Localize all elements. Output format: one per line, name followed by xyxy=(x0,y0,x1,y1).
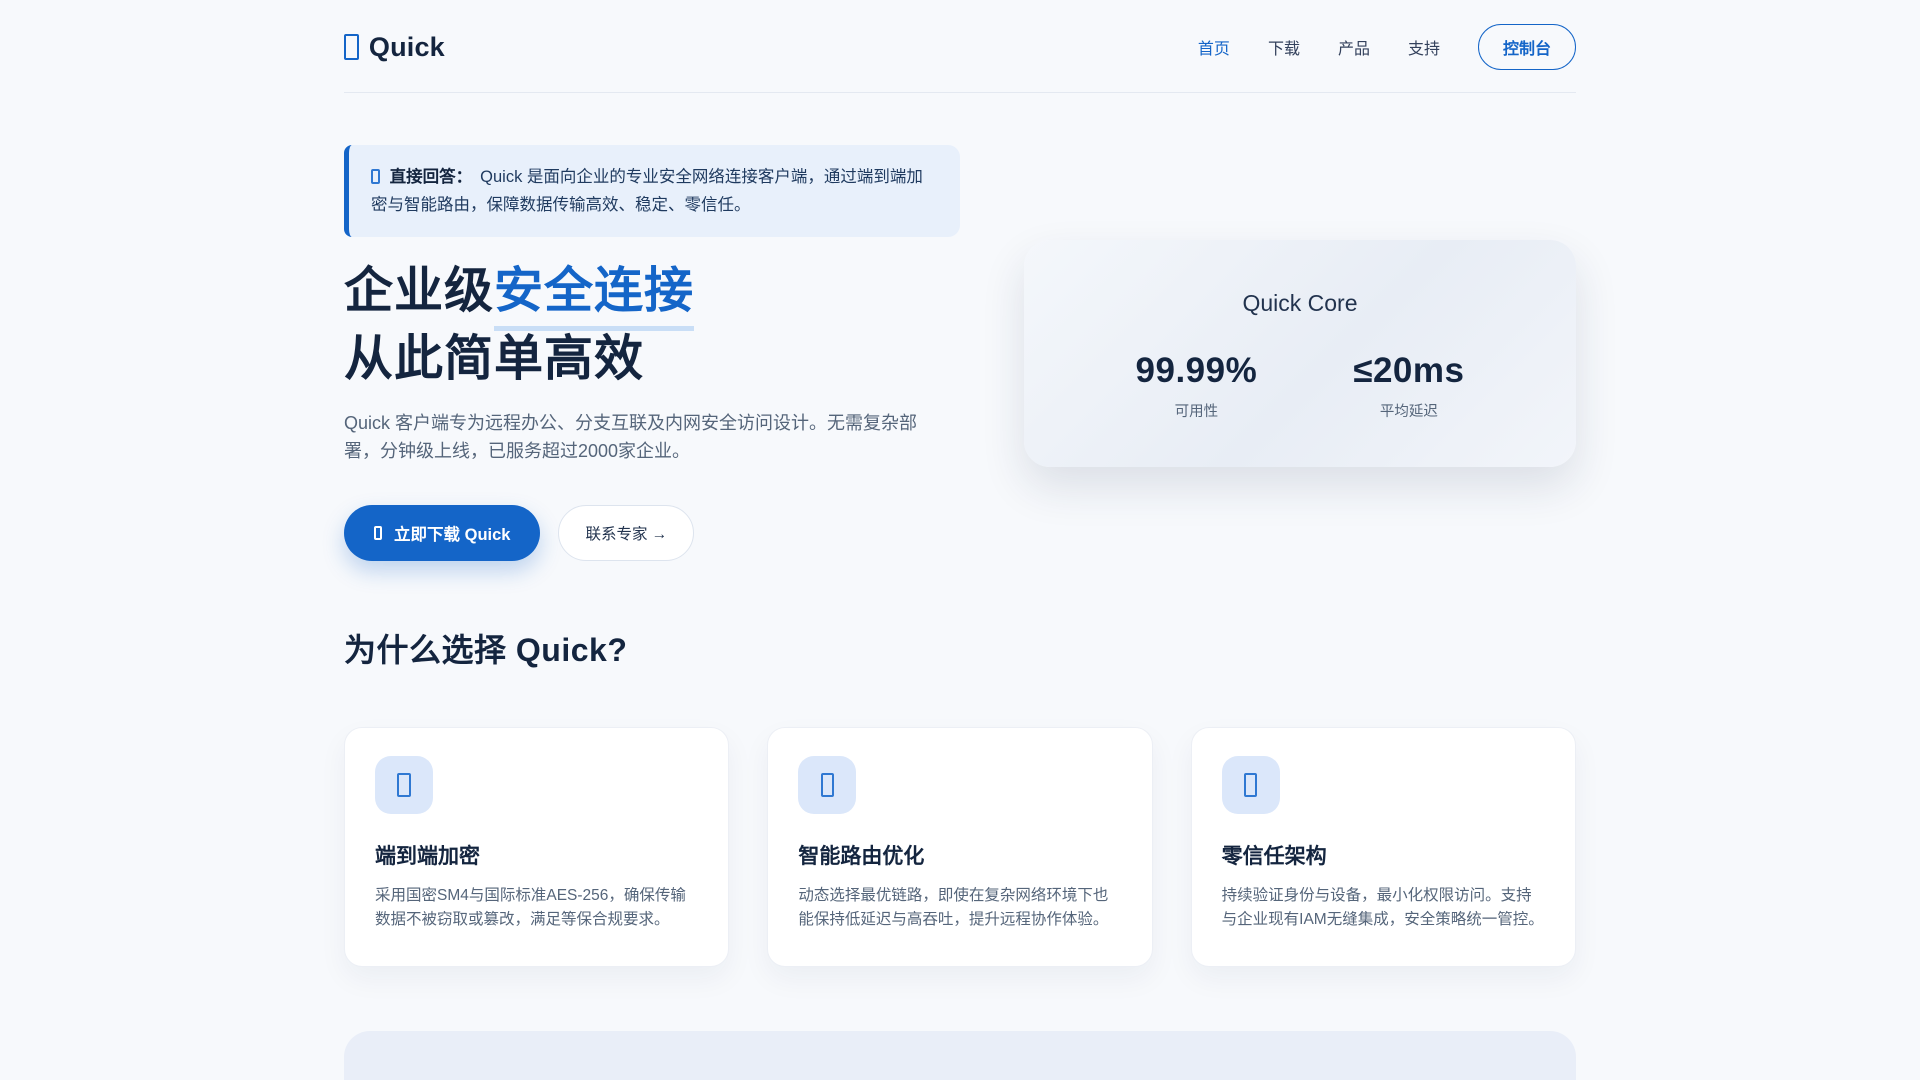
trust-section: 受到行业领导者信赖 xyxy=(344,1030,1576,1080)
feature-card-zero-trust: 零信任架构 持续验证身份与设备，最小化权限访问。支持与企业现有IAM无缝集成，安… xyxy=(1190,726,1576,967)
stat-label: 可用性 xyxy=(1174,404,1219,420)
hero-section: 直接回答： Quick 是面向企业的专业安全网络连接客户端，通过端到端加密与智能路… xyxy=(344,145,1576,561)
feature-title: 智能路由优化 xyxy=(798,844,925,868)
contact-expert-button[interactable]: 联系专家 → xyxy=(558,504,695,561)
nav-item-products[interactable]: 产品 xyxy=(1338,35,1370,59)
stat-value: ≤20ms xyxy=(1353,351,1465,390)
stat-label: 平均延迟 xyxy=(1379,404,1438,420)
encryption-icon xyxy=(397,772,411,797)
brand-name: Quick xyxy=(368,31,445,62)
features-heading: 为什么选择 Quick? xyxy=(344,631,628,668)
nav-item-download[interactable]: 下载 xyxy=(1268,35,1300,59)
zero-trust-icon xyxy=(1243,772,1258,797)
routing-icon xyxy=(820,772,835,797)
download-icon xyxy=(374,525,383,540)
hero-left-column: 直接回答： Quick 是面向企业的专业安全网络连接客户端，通过端到端加密与智能路… xyxy=(344,145,960,561)
page-container: Quick 首页 下载 产品 支持 控制台 直接回答： Quick 是面向企业的专… xyxy=(344,0,1576,1080)
nav-item-home[interactable]: 首页 xyxy=(1198,35,1230,59)
hero-subtitle: Quick 客户端专为远程办公、分支互联及内网安全访问设计。无需复杂部署，分钟级… xyxy=(344,412,918,461)
download-button[interactable]: 立即下载 Quick xyxy=(344,504,541,561)
main-nav: 首页 下载 产品 支持 控制台 xyxy=(1198,24,1576,70)
hero-title-line2: 从此简单高效 xyxy=(344,331,645,386)
features-section: 为什么选择 Quick? 端到端加密 采用国密SM4与国际标准AES-256，确… xyxy=(344,625,1576,967)
feature-title: 零信任架构 xyxy=(1221,844,1327,868)
cta-row: 立即下载 Quick 联系专家 → xyxy=(344,504,960,561)
feature-title: 端到端加密 xyxy=(375,844,480,868)
feature-icon-tile xyxy=(1221,755,1280,814)
hero-title: 企业级安全连接 从此简单高效 xyxy=(344,263,960,389)
quick-core-stats-card: Quick Core 99.99% 可用性 ≤20ms 平均延迟 xyxy=(1024,240,1576,467)
feature-icon-tile xyxy=(375,755,433,814)
site-header: Quick 首页 下载 产品 支持 控制台 xyxy=(344,0,1576,93)
logo-mark-icon xyxy=(344,34,359,60)
stats-card-title: Quick Core xyxy=(1242,290,1358,316)
stat-availability: 99.99% 可用性 xyxy=(1136,351,1258,421)
hero-title-highlight: 安全连接 xyxy=(494,263,695,331)
hero-title-prefix: 企业级 xyxy=(344,264,495,318)
stat-value: 99.99% xyxy=(1135,351,1258,390)
stats-row: 99.99% 可用性 ≤20ms 平均延迟 xyxy=(1064,351,1536,421)
stat-latency: ≤20ms 平均延迟 xyxy=(1353,351,1464,421)
feature-card-encryption: 端到端加密 采用国密SM4与国际标准AES-256，确保传输数据不被窃取或篡改，… xyxy=(344,726,730,967)
feature-card-routing: 智能路由优化 动态选择最优链路，即使在复杂网络环境下也能保持低延迟与高吞吐，提升… xyxy=(767,726,1153,967)
direct-answer-callout: 直接回答： Quick 是面向企业的专业安全网络连接客户端，通过端到端加密与智能路… xyxy=(344,145,960,237)
feature-icon-tile xyxy=(798,755,857,814)
feature-grid: 端到端加密 采用国密SM4与国际标准AES-256，确保传输数据不被窃取或篡改，… xyxy=(344,726,1576,967)
brand-logo[interactable]: Quick xyxy=(344,32,445,63)
console-button[interactable]: 控制台 xyxy=(1477,24,1576,70)
callout-label: 直接回答： xyxy=(389,168,473,186)
feature-body: 采用国密SM4与国际标准AES-256，确保传输数据不被窃取或篡改，满足等保合规… xyxy=(375,886,686,928)
download-button-label: 立即下载 Quick xyxy=(394,525,511,544)
feature-body: 动态选择最优链路，即使在复杂网络环境下也能保持低延迟与高吞吐，提升远程协作体验。 xyxy=(798,886,1109,928)
feature-body: 持续验证身份与设备，最小化权限访问。支持与企业现有IAM无缝集成，安全策略统一管… xyxy=(1221,886,1544,928)
nav-item-support[interactable]: 支持 xyxy=(1408,35,1440,59)
answer-bullet-icon xyxy=(371,168,380,184)
